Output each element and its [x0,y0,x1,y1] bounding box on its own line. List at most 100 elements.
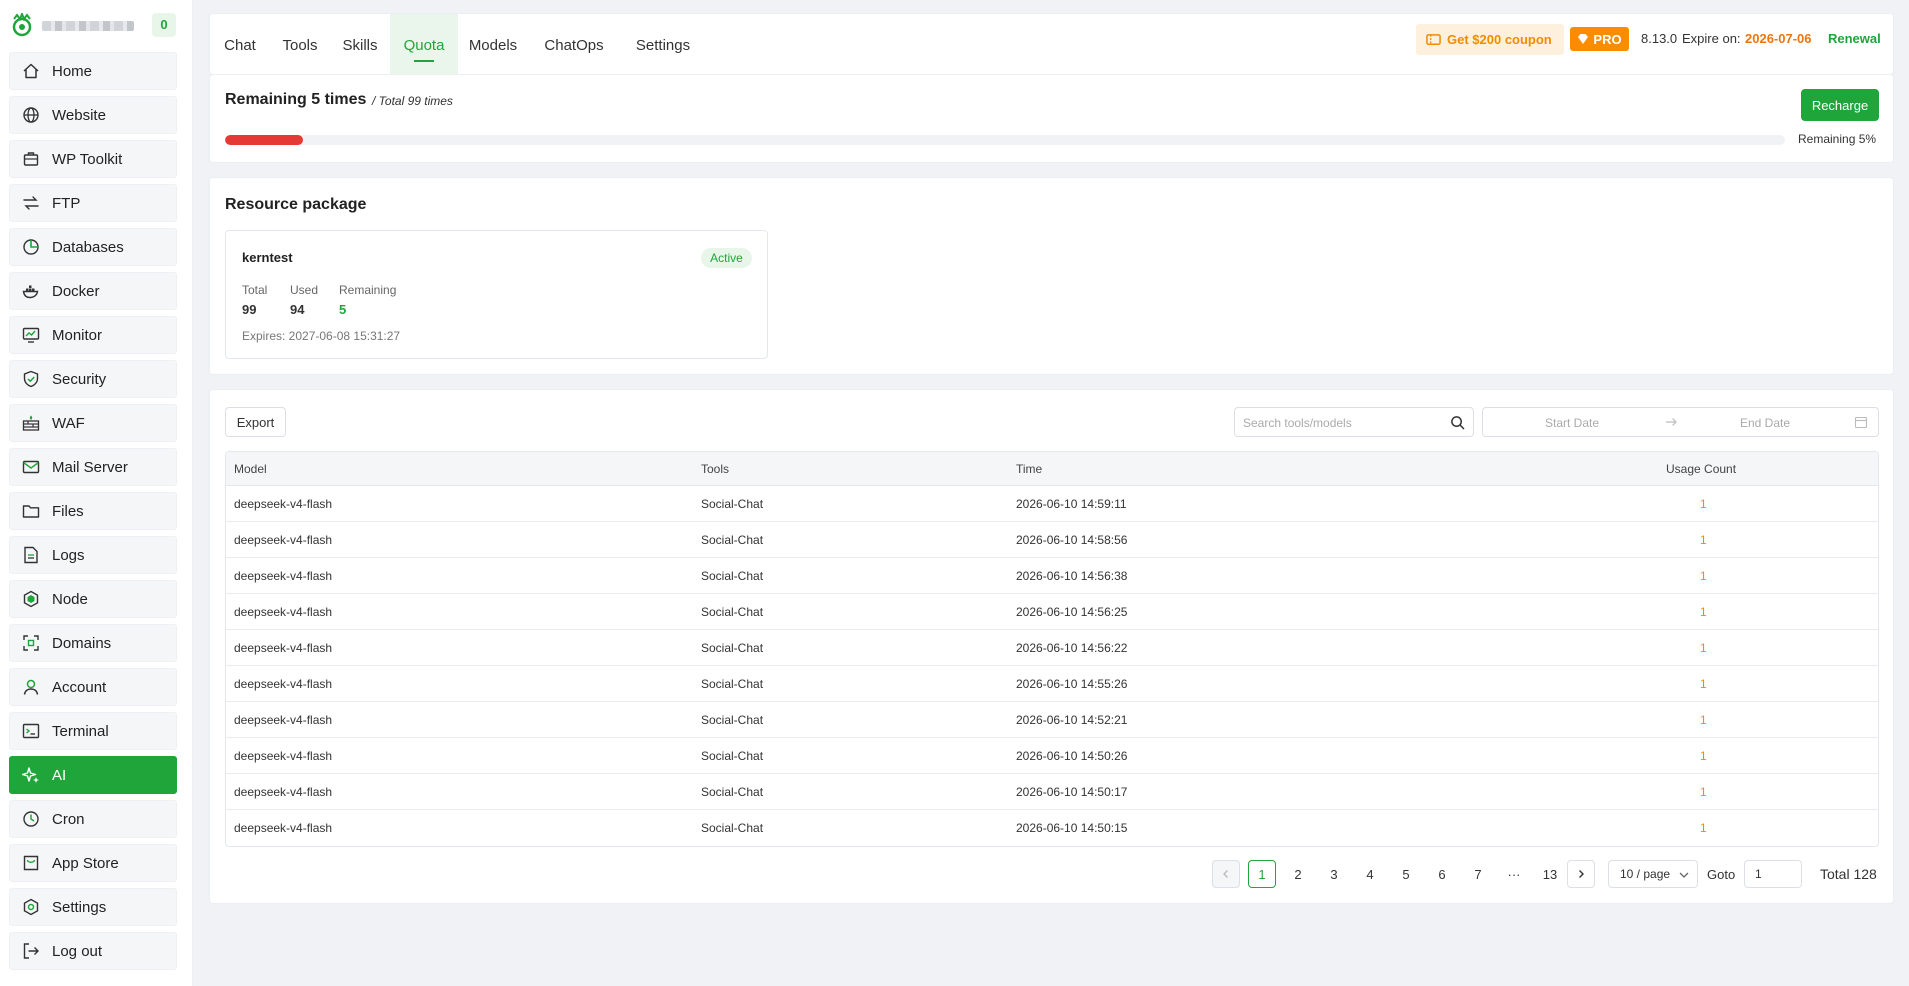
page-number[interactable]: 1 [1248,860,1276,888]
table-row: deepseek-v4-flash Social-Chat 2026-06-10 1… [226,594,1878,630]
sidebar-item-security[interactable]: Security [9,360,177,398]
goto-label: Goto [1707,867,1736,882]
column-header-tools[interactable]: Tools [701,462,729,476]
sidebar-item-files[interactable]: Files [9,492,177,530]
cell-model: deepseek-v4-flash [234,785,333,799]
sidebar-item-home[interactable]: Home [9,52,177,90]
coupon-label: Get $200 coupon [1447,32,1552,47]
arrow-right-icon [1666,418,1677,426]
sidebar-item-docker[interactable]: Docker [9,272,177,310]
sidebar-item-label: App Store [52,854,119,872]
page-number[interactable]: 6 [1428,860,1456,888]
page-number[interactable]: 3 [1320,860,1348,888]
renewal-link[interactable]: Renewal [1828,31,1881,46]
column-header-model[interactable]: Model [234,462,267,476]
docker-icon [22,282,40,300]
page-number[interactable]: 7 [1464,860,1492,888]
shield-icon [22,370,40,388]
cell-time: 2026-06-10 14:50:15 [1016,821,1128,835]
sidebar-item-wp-toolkit[interactable]: WP Toolkit [9,140,177,178]
page-size-select[interactable]: 10 / page [1608,860,1698,888]
resource-package-title: Resource package [225,196,367,213]
cell-model: deepseek-v4-flash [234,569,333,583]
sidebar-item-terminal[interactable]: Terminal [9,712,177,750]
cell-model: deepseek-v4-flash [234,605,333,619]
chevron-right-icon [1579,870,1584,878]
database-icon [22,238,40,256]
sidebar-item-mail-server[interactable]: Mail Server [9,448,177,486]
tab-settings[interactable]: Settings [620,14,706,76]
sidebar-item-label: Mail Server [52,458,128,476]
sidebar-item-label: Account [52,678,107,696]
package-item: kerntest Active Total Used Remaining 99 … [225,230,768,359]
notification-badge[interactable]: 0 [152,13,176,37]
cell-time: 2026-06-10 14:56:22 [1016,641,1128,655]
sidebar-item-label: Security [52,370,107,388]
table-row: deepseek-v4-flash Social-Chat 2026-06-10 1… [226,666,1878,702]
date-range-picker[interactable]: Start Date End Date [1482,407,1879,437]
table-row: deepseek-v4-flash Social-Chat 2026-06-10 1… [226,486,1878,522]
sidebar-item-ftp[interactable]: FTP [9,184,177,222]
package-name: kerntest [242,250,293,265]
sidebar-item-log-out[interactable]: Log out [9,932,177,970]
cell-model: deepseek-v4-flash [234,497,333,511]
coupon-button[interactable]: Get $200 coupon [1416,24,1564,55]
sidebar-item-account[interactable]: Account [9,668,177,706]
tab-quota[interactable]: Quota [390,14,458,76]
table-row: deepseek-v4-flash Social-Chat 2026-06-10 1… [226,774,1878,810]
sidebar-item-website[interactable]: Website [9,96,177,134]
sidebar-item-waf[interactable]: WAF [9,404,177,442]
prev-page-button[interactable] [1212,860,1240,888]
page-number[interactable]: 4 [1356,860,1384,888]
sidebar-item-databases[interactable]: Databases [9,228,177,266]
cell-model: deepseek-v4-flash [234,533,333,547]
page-number[interactable]: 2 [1284,860,1312,888]
status-badge: Active [701,248,752,268]
search-icon[interactable] [1450,415,1465,430]
tab-models[interactable]: Models [458,14,528,76]
resource-package-card: Resource package kerntest Active Total U… [209,177,1894,375]
folder-icon [22,502,40,520]
cell-tool: Social-Chat [701,641,764,655]
node-icon [22,590,40,608]
next-page-button[interactable] [1567,860,1595,888]
tab-chat[interactable]: Chat [210,14,270,76]
logo: 0 [8,10,178,40]
sidebar-item-settings[interactable]: Settings [9,888,177,926]
used-label: Used [290,283,319,297]
page-number[interactable]: 13 [1536,860,1564,888]
cell-usage-count: 1 [1700,713,1707,727]
cell-time: 2026-06-10 14:52:21 [1016,713,1128,727]
sidebar-item-label: Website [52,106,106,124]
end-date-placeholder[interactable]: End Date [1740,416,1790,430]
page-number[interactable]: 5 [1392,860,1420,888]
recharge-button[interactable]: Recharge [1801,89,1879,121]
sidebar-item-logs[interactable]: Logs [9,536,177,574]
table-row: deepseek-v4-flash Social-Chat 2026-06-10 1… [226,810,1878,846]
tab-skills[interactable]: Skills [330,14,390,76]
export-button[interactable]: Export [225,407,286,437]
sidebar-item-node[interactable]: Node [9,580,177,618]
start-date-placeholder[interactable]: Start Date [1545,416,1599,430]
sidebar-item-ai[interactable]: AI [9,756,177,794]
sidebar-item-app-store[interactable]: App Store [9,844,177,882]
column-header-time[interactable]: Time [1016,462,1042,476]
transfer-icon [22,194,40,212]
sidebar-item-domains[interactable]: Domains [9,624,177,662]
cell-usage-count: 1 [1700,749,1707,763]
total-subtitle: / Total 99 times [372,94,453,108]
sidebar-item-cron[interactable]: Cron [9,800,177,838]
pro-badge[interactable]: PRO [1570,27,1629,51]
goto-page-input[interactable] [1744,860,1802,888]
sidebar-item-label: FTP [52,194,81,212]
tab-tools[interactable]: Tools [270,14,330,76]
search-input[interactable] [1243,413,1443,433]
sidebar-item-label: AI [52,766,67,784]
tab-chatops[interactable]: ChatOps [528,14,620,76]
cell-usage-count: 1 [1700,641,1707,655]
store-icon [22,854,40,872]
page-ellipsis[interactable]: ··· [1500,860,1528,888]
sidebar-item-monitor[interactable]: Monitor [9,316,177,354]
search-field [1234,407,1474,437]
column-header-usage-count[interactable]: Usage Count [1666,462,1736,476]
